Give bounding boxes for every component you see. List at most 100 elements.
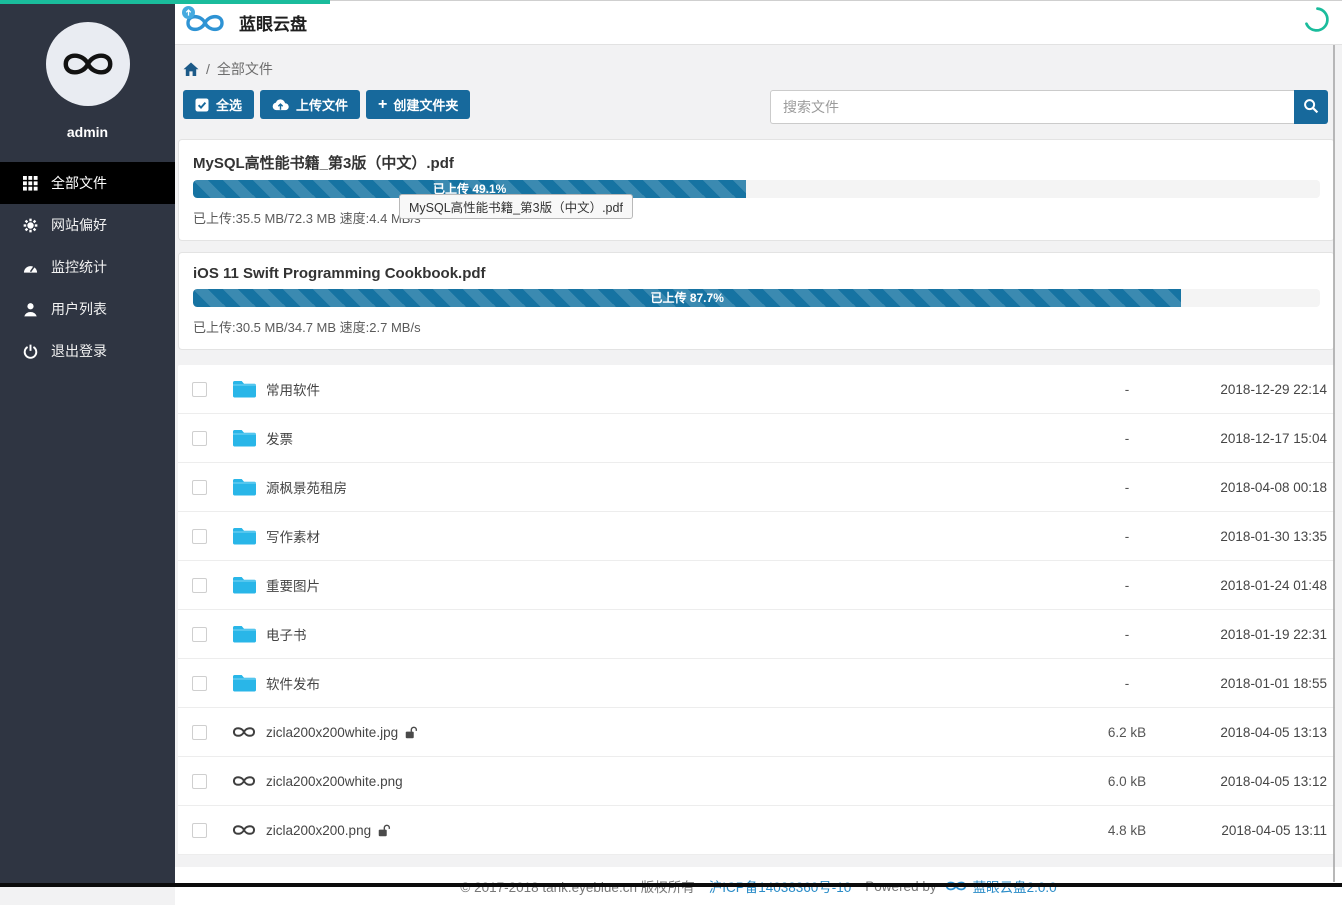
- breadcrumb-separator: /: [206, 61, 210, 77]
- file-row[interactable]: zicla200x200white.png 6.0 kB 2018-04-05 …: [178, 757, 1335, 806]
- search-icon: [1303, 98, 1319, 117]
- search-group: [770, 90, 1328, 124]
- file-date: 2018-04-05 13:12: [1172, 774, 1327, 789]
- row-checkbox[interactable]: [192, 480, 207, 495]
- folder-icon: [231, 624, 257, 644]
- upload-filename: iOS 11 Swift Programming Cookbook.pdf: [193, 265, 1320, 282]
- file-size: -: [1082, 382, 1172, 397]
- file-name[interactable]: 发票: [266, 428, 293, 448]
- plus-icon: +: [378, 97, 387, 113]
- sidebar-item-label: 用户列表: [51, 299, 107, 319]
- sidebar-item-logout[interactable]: 退出登录: [0, 330, 175, 372]
- file-name[interactable]: zicla200x200white.png: [266, 774, 403, 789]
- file-row[interactable]: 电子书 - 2018-01-19 22:31: [178, 610, 1335, 659]
- breadcrumb-current: 全部文件: [217, 59, 273, 79]
- file-size: 6.2 kB: [1082, 725, 1172, 740]
- row-checkbox[interactable]: [192, 823, 207, 838]
- select-all-button[interactable]: 全选: [183, 90, 254, 119]
- file-size: 4.8 kB: [1082, 823, 1172, 838]
- file-name[interactable]: 源枫景苑租房: [266, 477, 347, 497]
- file-date: 2018-01-24 01:48: [1172, 578, 1327, 593]
- upload-filename: MySQL高性能书籍_第3版（中文）.pdf: [193, 152, 1320, 173]
- cloud-upload-icon: [272, 98, 289, 111]
- gauge-icon: [22, 259, 38, 275]
- file-row[interactable]: zicla200x200white.jpg 6.2 kB 2018-04-05 …: [178, 708, 1335, 757]
- window-bottom-edge: [0, 883, 1342, 887]
- file-date: 2018-01-19 22:31: [1172, 627, 1327, 642]
- home-icon[interactable]: [183, 62, 199, 77]
- search-button[interactable]: [1294, 90, 1328, 124]
- file-date: 2018-01-01 18:55: [1172, 676, 1327, 691]
- header: 蓝眼云盘: [175, 0, 1342, 45]
- upload-status: 已上传:35.5 MB/72.3 MB 速度:4.4 MB/s: [193, 208, 1320, 227]
- file-name[interactable]: zicla200x200.png: [266, 823, 371, 838]
- file-date: 2018-04-08 00:18: [1172, 480, 1327, 495]
- folder-icon: [231, 477, 257, 497]
- file-name[interactable]: 写作素材: [266, 526, 320, 546]
- upload-card: MySQL高性能书籍_第3版（中文）.pdf 已上传 49.1% 已上传:35.…: [178, 139, 1335, 241]
- file-date: 2018-12-29 22:14: [1172, 382, 1327, 397]
- sidebar-item-label: 退出登录: [51, 341, 107, 361]
- file-size: -: [1082, 676, 1172, 691]
- progress-label: 已上传 87.7%: [651, 291, 724, 305]
- file-date: 2018-01-30 13:35: [1172, 529, 1327, 544]
- sidebar-item-preferences[interactable]: 网站偏好: [0, 204, 175, 246]
- loading-spinner-icon: [1303, 6, 1330, 38]
- row-checkbox[interactable]: [192, 774, 207, 789]
- folder-icon: [231, 575, 257, 595]
- folder-icon: [231, 526, 257, 546]
- file-row[interactable]: 软件发布 - 2018-01-01 18:55: [178, 659, 1335, 708]
- row-checkbox[interactable]: [192, 676, 207, 691]
- row-checkbox[interactable]: [192, 382, 207, 397]
- breadcrumb: / 全部文件: [183, 59, 1342, 79]
- sidebar-item-all-files[interactable]: 全部文件: [0, 162, 175, 204]
- toolbar: 全选 上传文件 + 创建文件夹: [183, 90, 1328, 124]
- file-name[interactable]: 电子书: [266, 624, 307, 644]
- progress-bar: 已上传 49.1%: [193, 180, 1320, 198]
- file-row[interactable]: zicla200x200.png 4.8 kB 2018-04-05 13:11: [178, 806, 1335, 855]
- file-date: 2018-04-05 13:11: [1172, 823, 1327, 838]
- brand[interactable]: 蓝眼云盘: [183, 7, 307, 37]
- file-row[interactable]: 源枫景苑租房 - 2018-04-08 00:18: [178, 463, 1335, 512]
- file-size: -: [1082, 431, 1172, 446]
- sidebar-item-label: 全部文件: [51, 173, 107, 193]
- scrollbar[interactable]: [1333, 45, 1335, 882]
- file-size: -: [1082, 480, 1172, 495]
- power-icon: [22, 343, 38, 359]
- image-file-icon: [231, 822, 257, 838]
- file-size: -: [1082, 627, 1172, 642]
- file-size: -: [1082, 529, 1172, 544]
- file-row[interactable]: 重要图片 - 2018-01-24 01:48: [178, 561, 1335, 610]
- progress-bar: 已上传 87.7%: [193, 289, 1320, 307]
- unlock-icon: [378, 824, 391, 837]
- folder-icon: [231, 428, 257, 448]
- row-checkbox[interactable]: [192, 627, 207, 642]
- file-name[interactable]: 重要图片: [266, 575, 320, 595]
- sidebar: admin 全部文件: [0, 0, 175, 883]
- row-checkbox[interactable]: [192, 725, 207, 740]
- app-logo-icon: [183, 7, 229, 37]
- sidebar-item-label: 网站偏好: [51, 215, 107, 235]
- file-name[interactable]: 软件发布: [266, 673, 320, 693]
- file-table: 常用软件 - 2018-12-29 22:14 发票 - 2018-12-17 …: [178, 365, 1335, 855]
- row-checkbox[interactable]: [192, 578, 207, 593]
- file-name[interactable]: 常用软件: [266, 379, 320, 399]
- main-content: / 全部文件 全选 上传文件: [175, 45, 1342, 883]
- sidebar-item-monitoring[interactable]: 监控统计: [0, 246, 175, 288]
- filename-tooltip: MySQL高性能书籍_第3版（中文）.pdf: [399, 194, 633, 219]
- image-file-icon: [231, 724, 257, 740]
- row-checkbox[interactable]: [192, 529, 207, 544]
- page-loading-bar: [0, 0, 330, 4]
- upload-file-button[interactable]: 上传文件: [260, 90, 360, 119]
- file-row[interactable]: 常用软件 - 2018-12-29 22:14: [178, 365, 1335, 414]
- search-input[interactable]: [770, 90, 1294, 124]
- avatar[interactable]: [46, 22, 130, 106]
- file-date: 2018-04-05 13:13: [1172, 725, 1327, 740]
- file-row[interactable]: 写作素材 - 2018-01-30 13:35: [178, 512, 1335, 561]
- file-row[interactable]: 发票 - 2018-12-17 15:04: [178, 414, 1335, 463]
- create-folder-button[interactable]: + 创建文件夹: [366, 90, 470, 119]
- row-checkbox[interactable]: [192, 431, 207, 446]
- file-name[interactable]: zicla200x200white.jpg: [266, 725, 398, 740]
- upload-status: 已上传:30.5 MB/34.7 MB 速度:2.7 MB/s: [193, 317, 1320, 336]
- sidebar-item-users[interactable]: 用户列表: [0, 288, 175, 330]
